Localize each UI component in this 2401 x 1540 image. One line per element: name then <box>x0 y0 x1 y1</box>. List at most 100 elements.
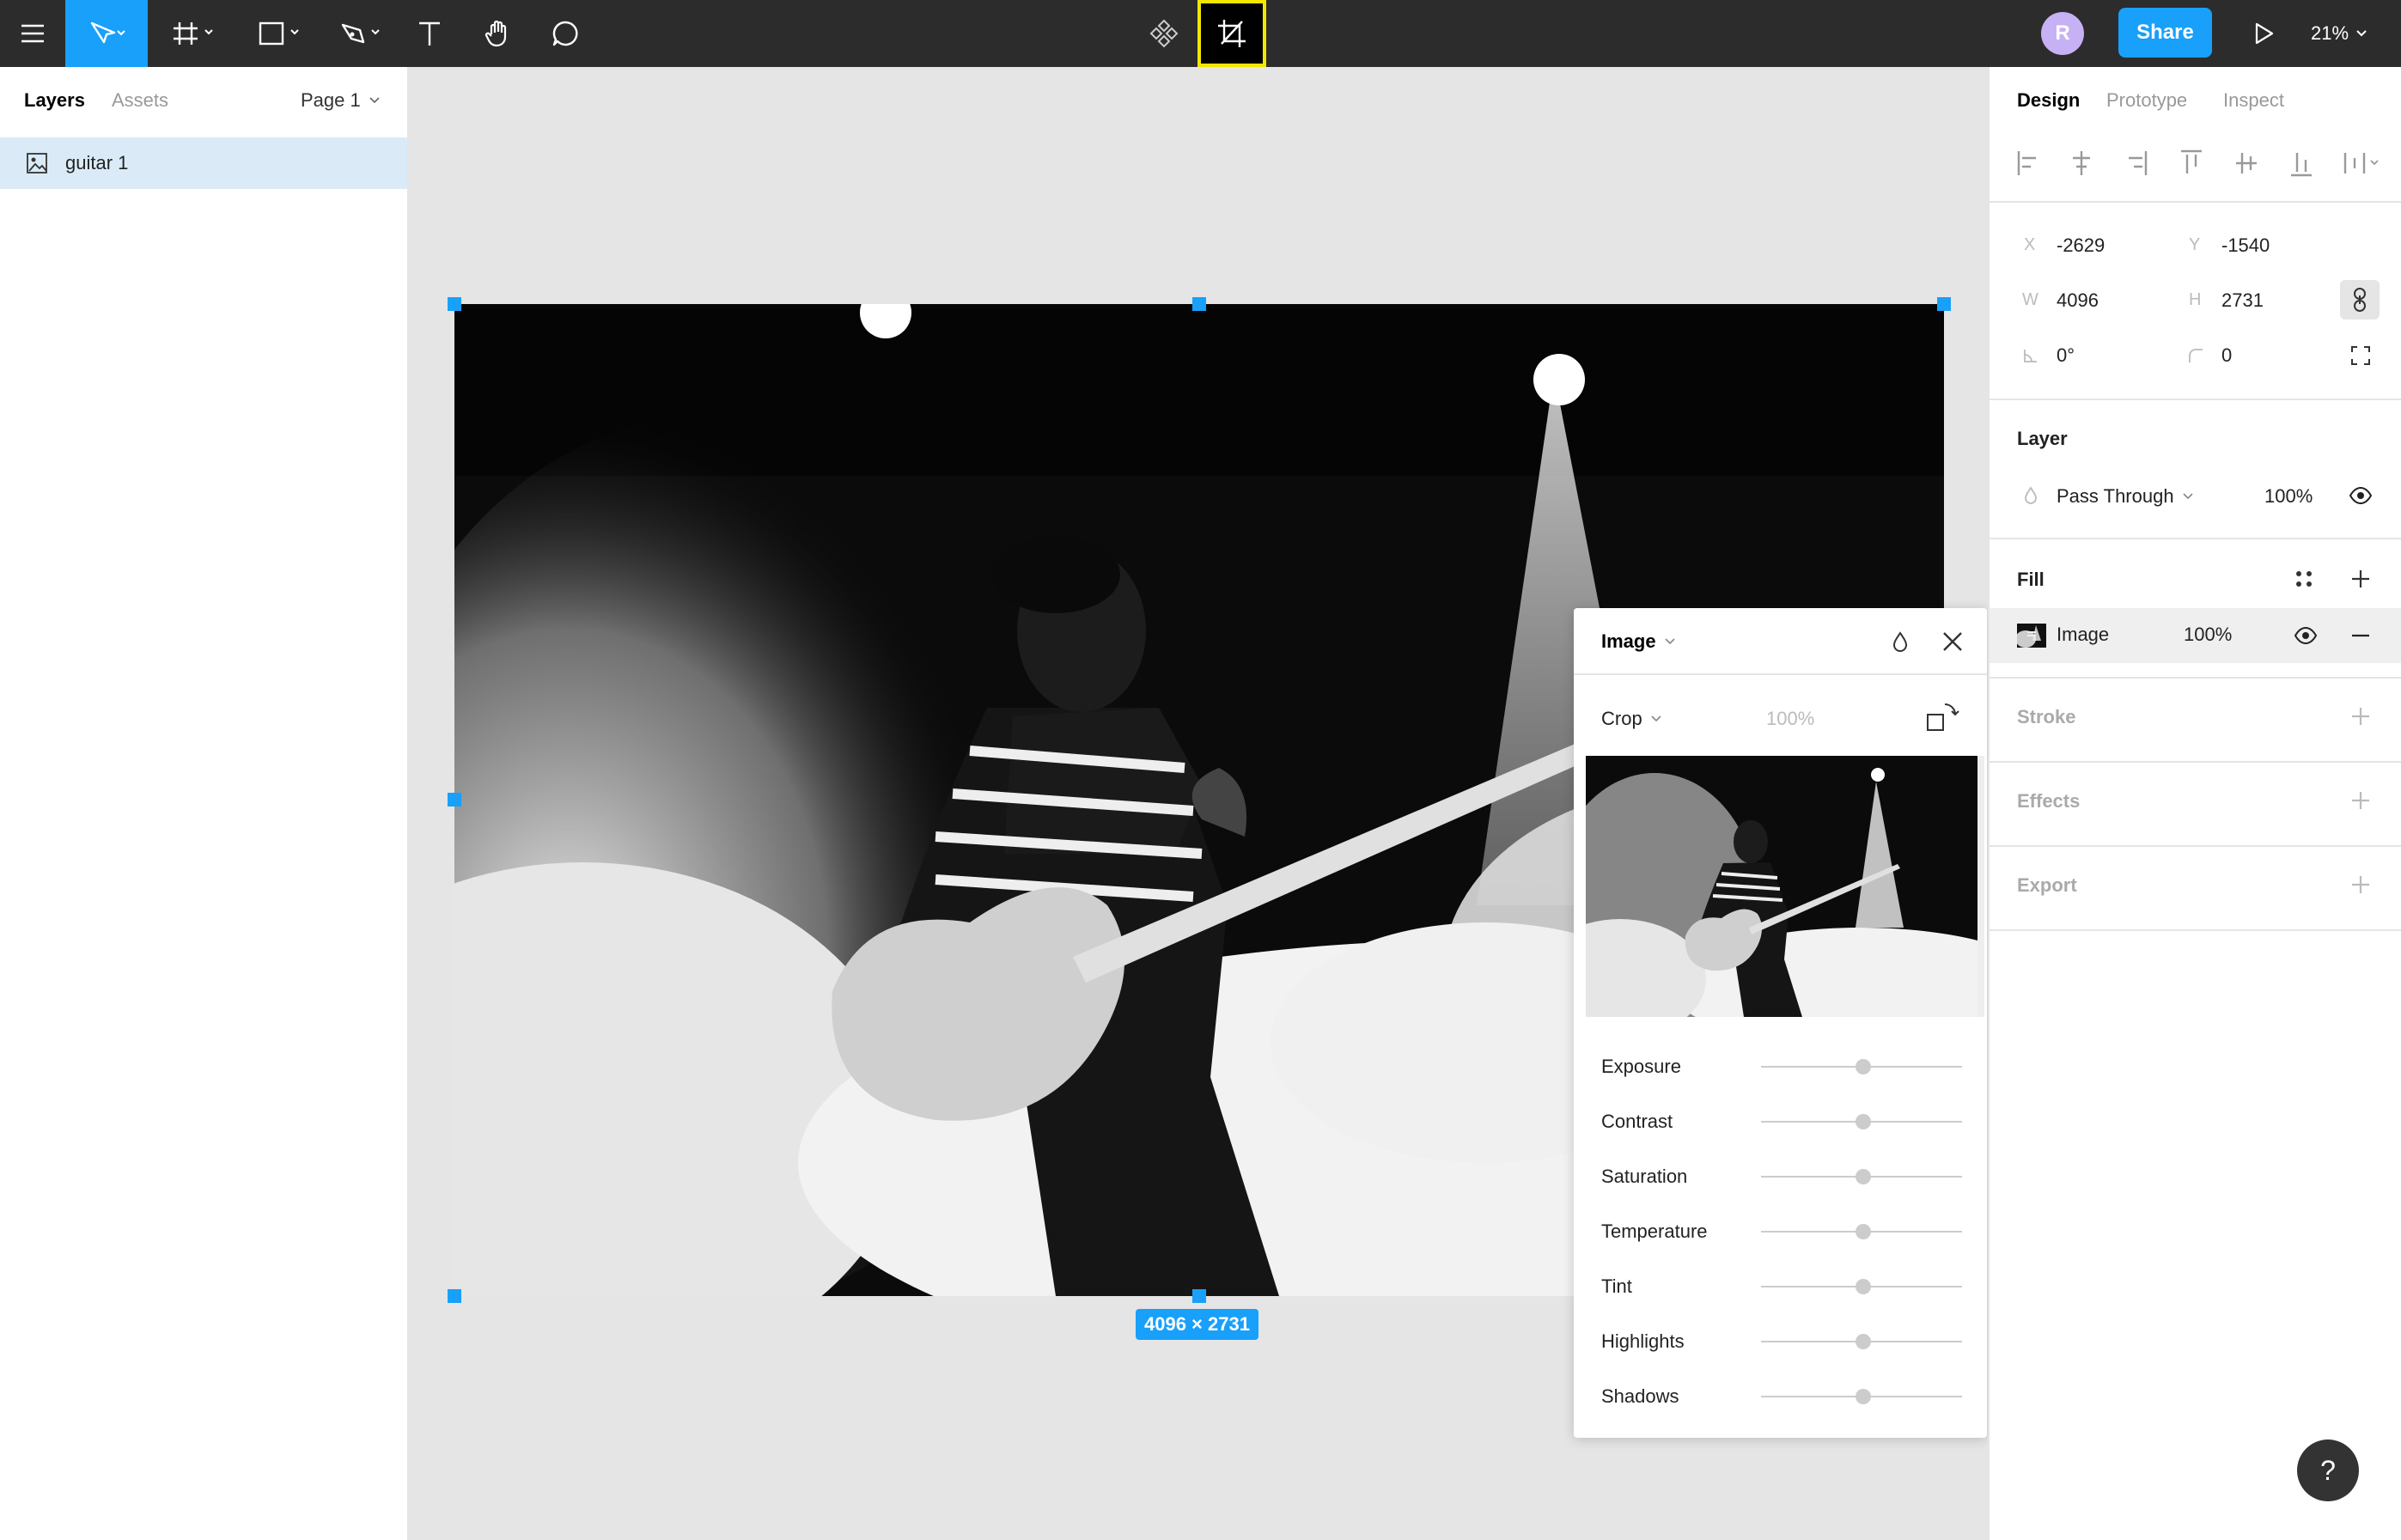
eye-icon[interactable] <box>2294 626 2318 645</box>
tint-slider[interactable] <box>1761 1279 1962 1294</box>
blend-drop-icon[interactable] <box>1890 630 1910 653</box>
fill-type-selector[interactable]: Image <box>1601 630 1675 653</box>
slider-knob[interactable] <box>1856 1224 1872 1239</box>
help-button[interactable]: ? <box>2297 1440 2359 1501</box>
remove-fill-icon[interactable] <box>2350 625 2371 646</box>
close-icon[interactable] <box>1941 630 1964 653</box>
frame-tool-button[interactable] <box>160 0 230 67</box>
adjustment-label: Tint <box>1601 1275 1632 1297</box>
align-right-icon[interactable] <box>2124 148 2149 179</box>
eye-icon[interactable] <box>2349 486 2373 505</box>
x-label: X <box>2024 235 2036 254</box>
adjustment-label: Highlights <box>1601 1330 1685 1352</box>
popup-header: Image <box>1574 608 1987 675</box>
y-input[interactable]: -1540 <box>2221 234 2270 257</box>
corner-radius-input[interactable]: 0 <box>2221 344 2232 367</box>
slider-knob[interactable] <box>1856 1389 1872 1404</box>
popup-scrollbar[interactable] <box>1977 756 1984 1017</box>
resize-handle-top-left[interactable] <box>448 297 461 311</box>
present-play-icon[interactable] <box>2240 0 2288 67</box>
pen-tool-button[interactable] <box>326 0 397 67</box>
component-icon[interactable] <box>1143 0 1185 67</box>
comment-tool-button[interactable] <box>541 0 589 67</box>
crop-tool-button[interactable] <box>1197 0 1266 67</box>
adjustment-tint: Tint <box>1601 1269 1962 1304</box>
rotation-icon <box>2024 350 2037 362</box>
image-thumbnail[interactable] <box>1586 756 1977 1017</box>
divider <box>1990 399 2401 400</box>
slider-knob[interactable] <box>1856 1114 1872 1129</box>
contrast-slider[interactable] <box>1761 1114 1962 1129</box>
shape-tool-button[interactable] <box>246 0 316 67</box>
rotation-input[interactable]: 0° <box>2057 344 2075 367</box>
blend-mode-select[interactable]: Pass Through <box>2057 485 2193 508</box>
fill-type-label: Image <box>2057 624 2110 645</box>
toolbar: R Share 21% <box>0 0 2401 67</box>
hand-tool-button[interactable] <box>472 0 524 67</box>
saturation-slider[interactable] <box>1761 1169 1962 1184</box>
layer-row[interactable]: guitar 1 <box>0 137 407 189</box>
adjustment-saturation: Saturation <box>1601 1160 1962 1194</box>
tab-design[interactable]: Design <box>2017 89 2080 112</box>
tab-layers[interactable]: Layers <box>24 89 85 112</box>
rotate-icon[interactable] <box>1926 701 1960 732</box>
left-panel: Layers Assets Page 1 guitar 1 <box>0 67 409 1540</box>
temperature-slider[interactable] <box>1761 1224 1962 1239</box>
zoom-selector[interactable]: 21% <box>2311 0 2367 67</box>
divider <box>1990 538 2401 539</box>
add-export-icon[interactable] <box>2350 874 2371 895</box>
image-fill-popup: Image Crop 100% Exposure Contrast Satura… <box>1574 608 1987 1438</box>
layer-opacity-input[interactable]: 100% <box>2264 485 2313 508</box>
distribute-icon[interactable] <box>2342 148 2385 179</box>
tab-prototype[interactable]: Prototype <box>2106 89 2187 112</box>
shadows-slider[interactable] <box>1761 1389 1962 1404</box>
highlights-slider[interactable] <box>1761 1334 1962 1349</box>
add-stroke-icon[interactable] <box>2350 706 2371 727</box>
share-button[interactable]: Share <box>2118 8 2212 58</box>
x-input[interactable]: -2629 <box>2057 234 2105 257</box>
align-left-icon[interactable] <box>2015 148 2041 179</box>
add-fill-icon[interactable] <box>2350 569 2371 589</box>
align-horizontal-center-icon[interactable] <box>2069 148 2094 179</box>
fill-opacity-input[interactable]: 100% <box>2184 624 2232 646</box>
resize-handle-bottom-left[interactable] <box>448 1289 461 1303</box>
adjustment-label: Saturation <box>1601 1166 1688 1187</box>
slider-knob[interactable] <box>1856 1279 1872 1294</box>
image-mode-label: Crop <box>1601 708 1642 729</box>
independent-corners-icon[interactable] <box>2350 345 2371 366</box>
avatar[interactable]: R <box>2041 12 2084 55</box>
tab-inspect[interactable]: Inspect <box>2223 89 2284 112</box>
adjustment-exposure: Exposure <box>1601 1050 1962 1084</box>
resize-handle-bottom[interactable] <box>1192 1289 1206 1303</box>
add-effect-icon[interactable] <box>2350 790 2371 811</box>
resize-handle-top-right[interactable] <box>1937 297 1951 311</box>
slider-knob[interactable] <box>1856 1059 1872 1074</box>
fill-styles-icon[interactable] <box>2294 569 2314 589</box>
align-top-icon[interactable] <box>2179 148 2204 179</box>
align-bottom-icon[interactable] <box>2288 148 2314 179</box>
canvas[interactable]: 4096 × 2731 Image Crop 100% Exposure Con… <box>409 67 1988 1540</box>
fill-image-swatch[interactable] <box>2017 624 2046 648</box>
image-mode-selector[interactable]: Crop <box>1601 708 1661 730</box>
text-tool-button[interactable] <box>405 0 454 67</box>
move-tool-button[interactable] <box>65 0 148 67</box>
main-menu-icon[interactable] <box>0 0 65 67</box>
slider-knob[interactable] <box>1856 1169 1872 1184</box>
resize-handle-left[interactable] <box>448 793 461 807</box>
adjustment-label: Contrast <box>1601 1111 1673 1132</box>
chevron-down-icon <box>2183 493 2193 500</box>
fill-row[interactable]: Image 100% <box>1990 608 2401 663</box>
chevron-down-icon <box>2356 30 2367 37</box>
page-selector[interactable]: Page 1 <box>301 89 380 112</box>
h-label: H <box>2189 290 2202 309</box>
resize-handle-top[interactable] <box>1192 297 1206 311</box>
slider-knob[interactable] <box>1856 1334 1872 1349</box>
align-vertical-center-icon[interactable] <box>2233 148 2259 179</box>
width-input[interactable]: 4096 <box>2057 289 2099 312</box>
height-input[interactable]: 2731 <box>2221 289 2264 312</box>
stroke-section-title: Stroke <box>2017 706 2076 727</box>
effects-section-title: Effects <box>2017 790 2081 812</box>
exposure-slider[interactable] <box>1761 1059 1962 1074</box>
constrain-proportions-button[interactable] <box>2340 280 2380 320</box>
tab-assets[interactable]: Assets <box>112 89 168 112</box>
